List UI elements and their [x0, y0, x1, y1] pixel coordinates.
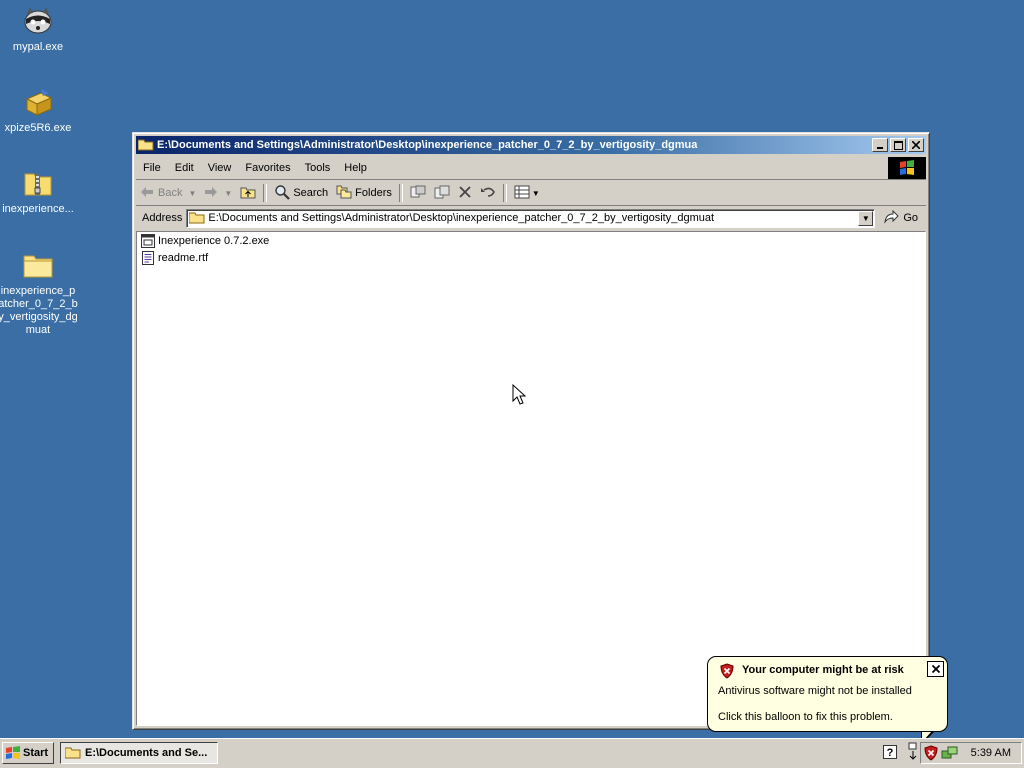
back-label: Back	[158, 187, 183, 199]
maximize-button[interactable]	[890, 138, 906, 152]
windows-logo-icon	[888, 157, 926, 179]
raccoon-icon	[21, 4, 55, 38]
back-button[interactable]: Back ▼	[136, 182, 200, 204]
go-label: Go	[903, 212, 918, 224]
undo-button[interactable]	[476, 182, 500, 204]
delete-button[interactable]	[454, 182, 476, 204]
chevron-down-icon: ▼	[531, 188, 540, 198]
clock[interactable]: 5:39 AM	[971, 747, 1011, 759]
menu-view[interactable]: View	[201, 162, 239, 174]
security-shield-icon	[720, 663, 734, 682]
close-button[interactable]	[908, 138, 924, 152]
folders-label: Folders	[355, 187, 392, 199]
folders-icon	[336, 185, 352, 202]
help-icon[interactable]: ?	[882, 744, 898, 760]
folders-button[interactable]: Folders	[332, 182, 396, 204]
window-title: E:\Documents and Settings\Administrator\…	[157, 139, 698, 151]
svg-text:?: ?	[887, 747, 894, 759]
folder-icon	[137, 139, 154, 151]
search-button[interactable]: Search	[270, 182, 332, 204]
search-icon	[274, 184, 291, 203]
standard-toolbar: Back ▼ ▼ Search Folders ▼	[136, 181, 926, 206]
file-name: Inexperience 0.7.2.exe	[158, 235, 270, 247]
menu-bar: File Edit View Favorites Tools Help	[136, 157, 926, 180]
go-arrow-icon	[883, 209, 900, 227]
file-item[interactable]: readme.rtf	[141, 250, 208, 266]
chevron-down-icon[interactable]: ▼	[224, 189, 232, 198]
rtf-document-icon	[141, 251, 155, 265]
file-item[interactable]: Inexperience 0.7.2.exe	[141, 233, 269, 249]
menu-edit[interactable]: Edit	[168, 162, 201, 174]
security-alert-shield-icon[interactable]	[924, 745, 938, 761]
desktop-icon-inexperience-folder[interactable]: inexperience_patcher_0_7_2_by_vertigosit…	[0, 248, 78, 337]
views-button[interactable]: ▼	[510, 182, 544, 204]
balloon-close-button[interactable]	[927, 661, 944, 677]
toolbar-separator	[398, 184, 403, 202]
address-dropdown-button[interactable]: ▼	[858, 210, 874, 226]
move-to-icon	[410, 185, 426, 202]
address-value: E:\Documents and Settings\Administrator\…	[208, 212, 715, 224]
up-folder-button[interactable]	[236, 182, 260, 204]
balloon-instruction: Click this balloon to fix this problem.	[718, 711, 893, 723]
exe-icon	[141, 234, 155, 248]
taskbar-window-button[interactable]: E:\Documents and Se...	[60, 742, 218, 764]
explorer-window: E:\Documents and Settings\Administrator\…	[132, 132, 930, 730]
copy-to-icon	[434, 185, 450, 202]
address-label: Address	[142, 212, 183, 224]
menu-file[interactable]: File	[136, 162, 168, 174]
undo-icon	[480, 186, 496, 201]
desktop-icon-mypal[interactable]: mypal.exe	[0, 4, 78, 54]
folder-icon	[65, 747, 81, 759]
back-arrow-icon	[140, 186, 154, 201]
balloon-message: Antivirus software might not be installe…	[718, 685, 912, 697]
address-input[interactable]: E:\Documents and Settings\Administrator\…	[186, 208, 876, 228]
window-titlebar[interactable]: E:\Documents and Settings\Administrator\…	[136, 136, 926, 154]
network-connection-icon[interactable]	[941, 745, 959, 761]
start-label: Start	[23, 747, 49, 759]
forward-arrow-icon	[204, 186, 218, 201]
search-label: Search	[293, 187, 329, 199]
safely-remove-hardware-icon[interactable]	[906, 742, 920, 762]
delete-x-icon	[458, 185, 472, 202]
go-button[interactable]: Go	[875, 209, 926, 227]
up-folder-icon	[240, 185, 256, 202]
taskbar: Start E:\Documents and Se... ? 5:39 AM	[0, 738, 1024, 768]
desktop-icon-inexperience-zip[interactable]: inexperience...	[0, 166, 78, 216]
minimize-button[interactable]	[872, 138, 888, 152]
desktop-icon-label: mypal.exe	[12, 41, 64, 53]
file-list[interactable]: Inexperience 0.7.2.exe readme.rtf	[136, 231, 926, 726]
views-grid-icon	[514, 185, 530, 202]
desktop-icon-label: xpize5R6.exe	[4, 122, 72, 134]
start-button[interactable]: Start	[2, 742, 54, 764]
installer-box-icon	[21, 85, 55, 119]
menu-favorites[interactable]: Favorites	[238, 162, 297, 174]
chevron-down-icon[interactable]: ▼	[188, 189, 196, 198]
toolbar-separator	[263, 184, 268, 202]
balloon-title: Your computer might be at risk	[742, 664, 904, 676]
desktop-icon-xpize[interactable]: xpize5R6.exe	[0, 85, 78, 135]
menu-help[interactable]: Help	[337, 162, 374, 174]
toolbar-separator	[502, 184, 507, 202]
security-balloon[interactable]: Your computer might be at risk Antivirus…	[707, 656, 948, 732]
desktop-icon-label: inexperience...	[2, 203, 74, 215]
address-bar: Address E:\Documents and Settings\Admini…	[136, 206, 926, 230]
folder-icon	[189, 212, 205, 224]
mouse-cursor-icon	[512, 384, 526, 405]
menu-tools[interactable]: Tools	[298, 162, 338, 174]
taskbar-window-label: E:\Documents and Se...	[85, 747, 208, 759]
desktop-icon-label: inexperience_patcher_0_7_2_by_vertigosit…	[0, 285, 78, 336]
folder-icon	[21, 248, 55, 282]
system-tray: 5:39 AM	[920, 742, 1022, 764]
copy-to-button[interactable]	[430, 182, 454, 204]
windows-logo-icon	[5, 746, 21, 760]
move-to-button[interactable]	[406, 182, 430, 204]
forward-button[interactable]: ▼	[200, 182, 236, 204]
file-name: readme.rtf	[158, 252, 209, 264]
zip-folder-icon	[21, 166, 55, 200]
